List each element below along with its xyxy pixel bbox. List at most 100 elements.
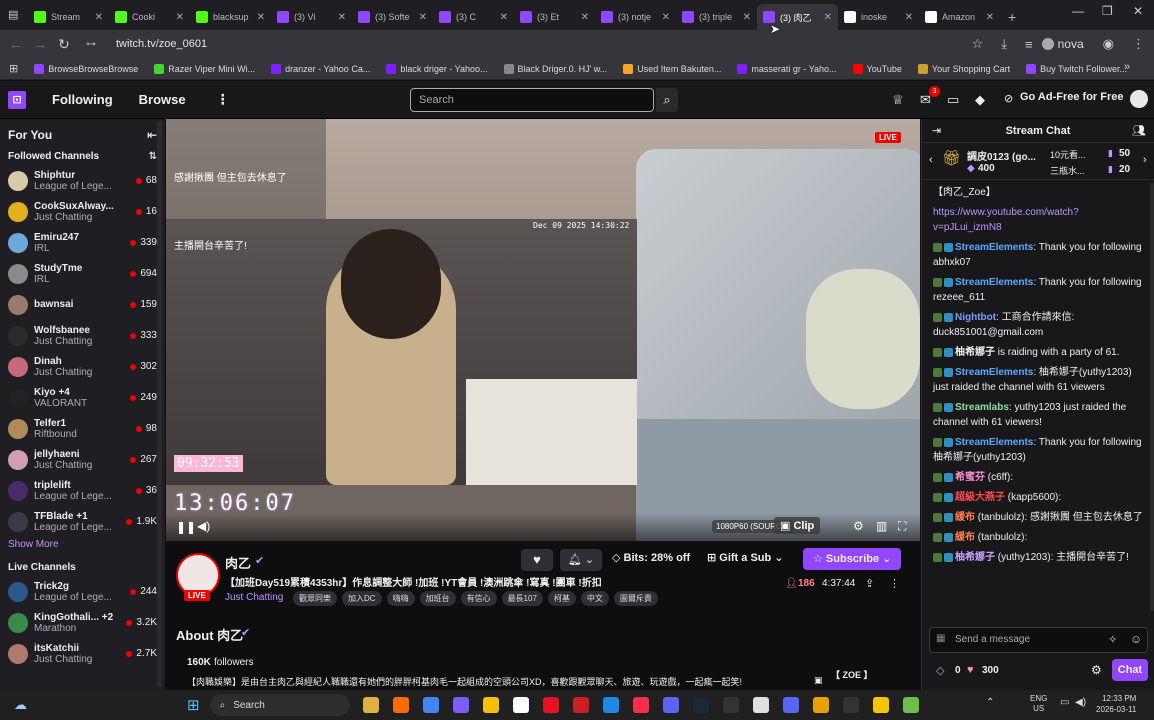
collapse-chat-icon[interactable]: ⇥ (932, 124, 941, 137)
channel-row[interactable]: CookSuxAlway... Just Chatting 16 (0, 196, 165, 227)
channel-row[interactable]: Telfer1 Riftbound 98 (0, 413, 165, 444)
channel-row[interactable]: Dinah Just Chatting 302 (0, 351, 165, 382)
tag-pill[interactable]: 最長107 (501, 591, 543, 606)
taskbar-app-icon[interactable] (452, 697, 469, 713)
chat-username[interactable]: StreamElements (955, 367, 1033, 378)
close-tab-icon[interactable]: ✕ (419, 12, 427, 23)
pause-icon[interactable]: ❚❚ (176, 520, 196, 534)
extensions-icon[interactable]: ≡ (1025, 37, 1033, 52)
go-ad-free-button[interactable]: Go Ad-Free for Free (1020, 91, 1124, 103)
volume-icon[interactable]: ◀) (197, 519, 210, 533)
close-tab-icon[interactable]: ✕ (338, 12, 346, 23)
nav-following[interactable]: Following (52, 92, 113, 107)
taskbar-app-icon[interactable] (782, 697, 799, 713)
emote-picker-icon[interactable]: ☺ (1130, 632, 1142, 646)
chat-username[interactable]: StreamElements (955, 437, 1033, 448)
bits-icon[interactable]: ◆ (975, 92, 985, 108)
prime-crown-icon[interactable]: ♕ (892, 92, 904, 108)
channel-row[interactable]: Emiru247 IRL 339 (0, 227, 165, 258)
taskbar-app-icon[interactable] (812, 697, 829, 713)
tag-pill[interactable]: 柯基 (547, 591, 576, 606)
tag-pill[interactable]: 觀眾同樂 (293, 591, 337, 606)
share-icon[interactable]: ⇪ (865, 577, 874, 590)
browser-tab[interactable]: Stream ✕ (28, 4, 109, 30)
url-field[interactable]: twitch.tv/zoe_0601 (116, 38, 963, 50)
profile-button[interactable]: nova (1041, 37, 1084, 51)
taskbar-app-icon[interactable] (572, 697, 589, 713)
whispers-icon[interactable]: ▭ (947, 92, 959, 108)
bookmark-item[interactable]: dranzer - Yahoo Ca... (271, 63, 370, 74)
more-bookmarks-icon[interactable]: » (1124, 61, 1130, 73)
tag-pill[interactable]: 圖爾斥責 (613, 591, 658, 606)
search-icon[interactable]: ⌕ (656, 88, 678, 112)
show-more-link[interactable]: Show More (0, 537, 165, 552)
video-player[interactable]: Dec 09 2025 14:30:22 主播開台辛苦了! 感謝揪團 但主包去休… (166, 119, 920, 541)
language-indicator[interactable]: ENG US (1030, 694, 1047, 714)
channel-row[interactable]: Trick2g League of Lege... 244 (0, 576, 165, 607)
taskbar-app-icon[interactable] (692, 697, 709, 713)
fullscreen-icon[interactable]: ⛶ (898, 519, 906, 534)
channel-row[interactable]: Wolfsbanee Just Chatting 333 (0, 320, 165, 351)
bookmark-item[interactable]: Your Shopping Cart (917, 63, 1010, 74)
channel-row[interactable]: TFBlade +1 League of Lege... 1.9K (0, 506, 165, 537)
bookmark-item[interactable]: masserati gr - Yaho... (737, 63, 837, 74)
social-link[interactable]: 【 ZOE 】 (831, 668, 873, 681)
chat-username[interactable]: 柚希娜子 (955, 552, 995, 563)
channel-row[interactable]: bawnsai 159 (0, 289, 165, 320)
taskbar-app-icon[interactable] (872, 697, 889, 713)
streamer-name[interactable]: 肉乙 (225, 553, 251, 572)
chat-rewards-icon[interactable]: ▦ (936, 633, 945, 644)
taskbar-app-icon[interactable] (422, 697, 439, 713)
bookmark-item[interactable]: YouTube (852, 63, 902, 74)
taskbar-app-icon[interactable] (752, 697, 769, 713)
close-tab-icon[interactable]: ✕ (662, 12, 670, 23)
browser-tab[interactable]: (3) Softe ✕ (352, 4, 433, 30)
chat-username[interactable]: Nightbot (955, 312, 996, 323)
chat-username[interactable]: StreamElements (955, 242, 1033, 253)
browser-tab[interactable]: (3) triple ✕ (676, 4, 757, 30)
leaderboard-prev-icon[interactable]: ‹ (929, 154, 933, 166)
browser-tab[interactable]: (3) notje ✕ (595, 4, 676, 30)
tag-pill[interactable]: 加入DC (342, 591, 382, 606)
taskbar-app-icon[interactable] (842, 697, 859, 713)
forward-icon[interactable]: → (28, 36, 52, 52)
chat-settings-icon[interactable]: ⚙ (1091, 663, 1102, 677)
community-icon[interactable]: 👥︎ (1132, 124, 1146, 137)
browser-tab[interactable]: (3) C ✕ (433, 4, 514, 30)
close-tab-icon[interactable]: ✕ (986, 12, 994, 23)
channel-row[interactable]: jellyhaeni Just Chatting 267 (0, 444, 165, 475)
widgets-icon[interactable]: ☁ (14, 697, 27, 713)
bookmark-item[interactable]: Black Driger.0. HJ' w... (503, 63, 607, 74)
speaker-icon[interactable]: ◀) (1075, 697, 1086, 708)
more-options-icon[interactable]: ⋮ (889, 577, 900, 590)
back-icon[interactable]: ← (4, 36, 28, 52)
bookmark-item[interactable]: black driger - Yahoo... (386, 63, 488, 74)
channel-row[interactable]: Kiyo +4 VALORANT 249 (0, 382, 165, 413)
taskbar-app-icon[interactable] (392, 697, 409, 713)
taskbar-app-icon[interactable] (482, 697, 499, 713)
minimize-icon[interactable]: — (1072, 4, 1084, 18)
chat-username[interactable]: 緩布 (955, 532, 975, 543)
taskbar-app-icon[interactable] (722, 697, 739, 713)
twitch-logo-icon[interactable]: ⊡ (8, 90, 26, 109)
taskbar-app-icon[interactable] (902, 697, 919, 713)
account-icon[interactable]: ◉ (1103, 36, 1114, 52)
search-input[interactable]: Search (410, 88, 654, 112)
tab-search-icon[interactable]: ▤ (8, 8, 18, 21)
taskbar-search[interactable]: ⌕ Search (209, 694, 350, 716)
site-info-icon[interactable]: ⊶ (86, 39, 96, 50)
nav-more-icon[interactable]: ⋮ (216, 91, 230, 108)
settings-gear-icon[interactable]: ⚙ (853, 519, 864, 533)
theatre-mode-icon[interactable]: ▥ (876, 519, 887, 533)
chat-username[interactable]: 柚希娜子 (955, 347, 995, 358)
taskbar-app-icon[interactable] (362, 697, 379, 713)
taskbar-app-icon[interactable] (662, 697, 679, 713)
apps-grid-icon[interactable]: ⊞ (9, 62, 18, 75)
subscribe-button[interactable]: ☆ Subscribe ⌄ (803, 548, 902, 570)
channel-points-icon[interactable]: ♥ (967, 664, 974, 676)
chat-username[interactable]: Streamlabs (955, 402, 1009, 413)
tag-pill[interactable]: 中文 (580, 591, 609, 606)
close-tab-icon[interactable]: ✕ (824, 12, 832, 23)
browser-tab[interactable]: inoske ✕ (838, 4, 919, 30)
chat-username[interactable]: 希蜜芬 (955, 472, 985, 483)
